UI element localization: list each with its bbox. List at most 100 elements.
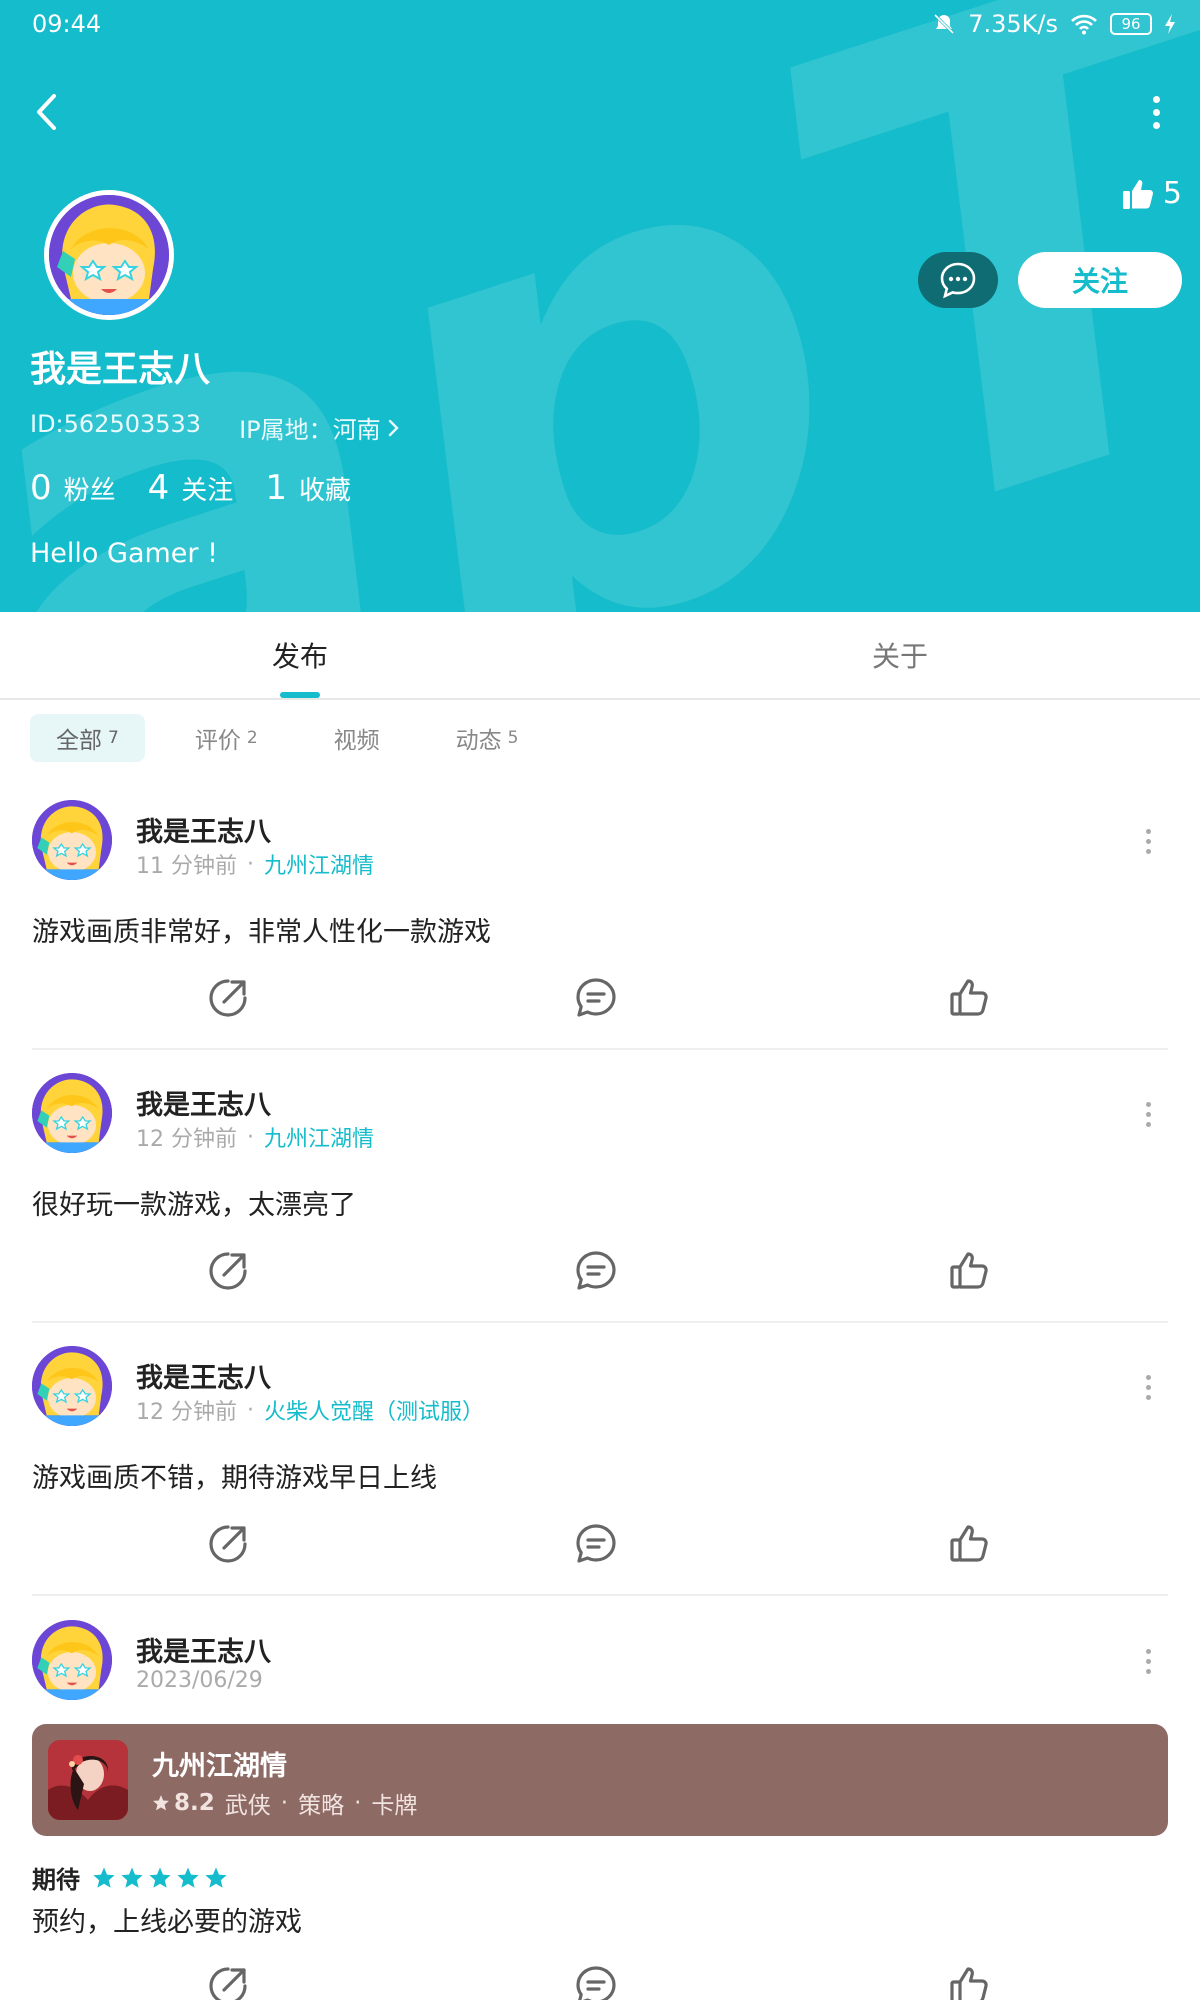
stat-number: 0 (30, 468, 52, 508)
comment-button[interactable] (566, 1241, 626, 1301)
star-icon (148, 1866, 172, 1890)
wifi-icon (1071, 14, 1097, 35)
share-icon (206, 1249, 250, 1293)
share-button[interactable] (198, 1956, 258, 2000)
stat-number: 1 (265, 468, 287, 508)
post-game-link[interactable]: 九州江湖情 (264, 1121, 374, 1153)
stat-followers[interactable]: 0 粉丝 (30, 468, 116, 508)
post-more-button[interactable] (1138, 1099, 1158, 1129)
filter-reviews[interactable]: 评价 2 (169, 714, 284, 762)
game-thumbnail (48, 1740, 128, 1820)
status-bar: 09:44 7.35K/s 96 (0, 0, 1200, 50)
thumbs-up-icon (948, 1964, 992, 2000)
filter-label: 全部 (56, 728, 102, 754)
share-button[interactable] (198, 1514, 258, 1574)
filter-all[interactable]: 全部 7 (30, 714, 145, 762)
comment-button[interactable] (566, 1514, 626, 1574)
profile-meta: ID:562503533 IP属地：河南 (30, 410, 399, 445)
filter-chips: 全部 7 评价 2 视频 动态 5 (30, 714, 544, 762)
post-date: 2023/06/29 (136, 1668, 263, 1693)
post-more-button[interactable] (1138, 826, 1158, 856)
game-score: 8.2 (152, 1790, 215, 1816)
post-more-button[interactable] (1138, 1372, 1158, 1402)
filter-label: 视频 (333, 728, 380, 754)
post-avatar[interactable] (32, 1620, 112, 1700)
svg-text:apTa: apTa (0, 0, 1200, 612)
ip-location: IP属地：河南 (239, 416, 381, 444)
tag-separator: · (280, 1790, 289, 1816)
star-icon (204, 1866, 228, 1890)
profile-name: 我是王志八 (30, 349, 211, 390)
meta-separator: · (247, 1124, 254, 1150)
post-author[interactable]: 我是王志八 (136, 1630, 271, 1669)
like-button[interactable] (940, 1514, 1000, 1574)
post-author[interactable]: 我是王志八 (136, 810, 271, 849)
stat-following[interactable]: 4 关注 (148, 468, 234, 508)
star-icon (120, 1866, 144, 1890)
stat-favorites[interactable]: 1 收藏 (265, 468, 351, 508)
game-tag: 策略 (298, 1793, 345, 1819)
comment-button[interactable] (566, 1956, 626, 2000)
comment-icon (574, 1964, 618, 2000)
review-post-item[interactable]: 我是王志八 2023/06/29 九州江湖情 8.2 武侠 · 策略 · 卡牌 … (0, 1620, 1200, 2000)
post-author[interactable]: 我是王志八 (136, 1083, 271, 1122)
more-options-button[interactable] (1136, 92, 1176, 132)
post-actions (0, 1241, 1200, 1301)
game-meta: 8.2 武侠 · 策略 · 卡牌 (152, 1786, 417, 1820)
like-button[interactable] (940, 1241, 1000, 1301)
post-time: 12 分钟前 (136, 1400, 237, 1425)
filter-count: 2 (246, 728, 258, 748)
share-button[interactable] (198, 1241, 258, 1301)
divider (32, 1321, 1168, 1323)
game-card[interactable]: 九州江湖情 8.2 武侠 · 策略 · 卡牌 (32, 1724, 1168, 1836)
stat-label: 粉丝 (63, 476, 116, 506)
back-button[interactable] (26, 92, 66, 132)
post-avatar[interactable] (32, 1346, 112, 1426)
profile-avatar[interactable] (44, 190, 174, 320)
post-game-link[interactable]: 火柴人觉醒（测试服） (264, 1394, 484, 1426)
filter-videos[interactable]: 视频 (308, 714, 406, 762)
post-text: 预约，上线必要的游戏 (32, 1907, 302, 1938)
meta-separator: · (247, 851, 254, 877)
follow-button[interactable]: 关注 (1018, 252, 1182, 308)
post-author[interactable]: 我是王志八 (136, 1356, 271, 1395)
post-game-link[interactable]: 九州江湖情 (264, 848, 374, 880)
avatar-cartoon-icon (32, 1620, 112, 1700)
star-icon (176, 1866, 200, 1890)
share-button[interactable] (198, 968, 258, 1028)
like-button[interactable] (940, 968, 1000, 1028)
tag-separator: · (354, 1790, 362, 1816)
game-tag: 武侠 (224, 1793, 271, 1819)
post-time: 12 分钟前 (136, 1127, 237, 1152)
like-button[interactable] (940, 1956, 1000, 2000)
post-actions (0, 968, 1200, 1028)
profile-tabs: 发布 关于 (0, 612, 1200, 700)
chat-bubble-icon (940, 262, 976, 299)
comment-button[interactable] (566, 968, 626, 1028)
comment-icon (574, 1249, 618, 1293)
tab-posts[interactable]: 发布 (0, 612, 600, 698)
post-avatar[interactable] (32, 800, 112, 880)
avatar-cartoon-icon (32, 1346, 112, 1426)
tab-about[interactable]: 关于 (600, 612, 1200, 698)
profile-header: apTa 09:44 7.35K/s 96 (0, 0, 1200, 612)
post-avatar[interactable] (32, 1073, 112, 1153)
divider (32, 1048, 1168, 1050)
thumbs-up-icon (948, 1522, 992, 1566)
stat-number: 4 (147, 468, 170, 508)
filter-count: 7 (108, 728, 119, 748)
status-time: 09:44 (32, 10, 102, 38)
ip-location-link[interactable]: IP属地：河南 (239, 410, 399, 445)
status-icons: 7.35K/s 96 (932, 10, 1176, 38)
post-more-button[interactable] (1138, 1646, 1158, 1676)
game-tag: 卡牌 (371, 1793, 418, 1819)
likes-counter[interactable]: 5 (1121, 176, 1182, 211)
share-icon (206, 1522, 250, 1566)
thumbs-up-icon (948, 976, 992, 1020)
chevron-left-icon (37, 94, 56, 130)
filter-count: 5 (507, 728, 519, 748)
filter-moments[interactable]: 动态 5 (430, 714, 545, 762)
message-button[interactable] (918, 252, 998, 308)
filter-label: 动态 (455, 728, 502, 754)
game-title: 九州江湖情 (152, 1751, 287, 1782)
